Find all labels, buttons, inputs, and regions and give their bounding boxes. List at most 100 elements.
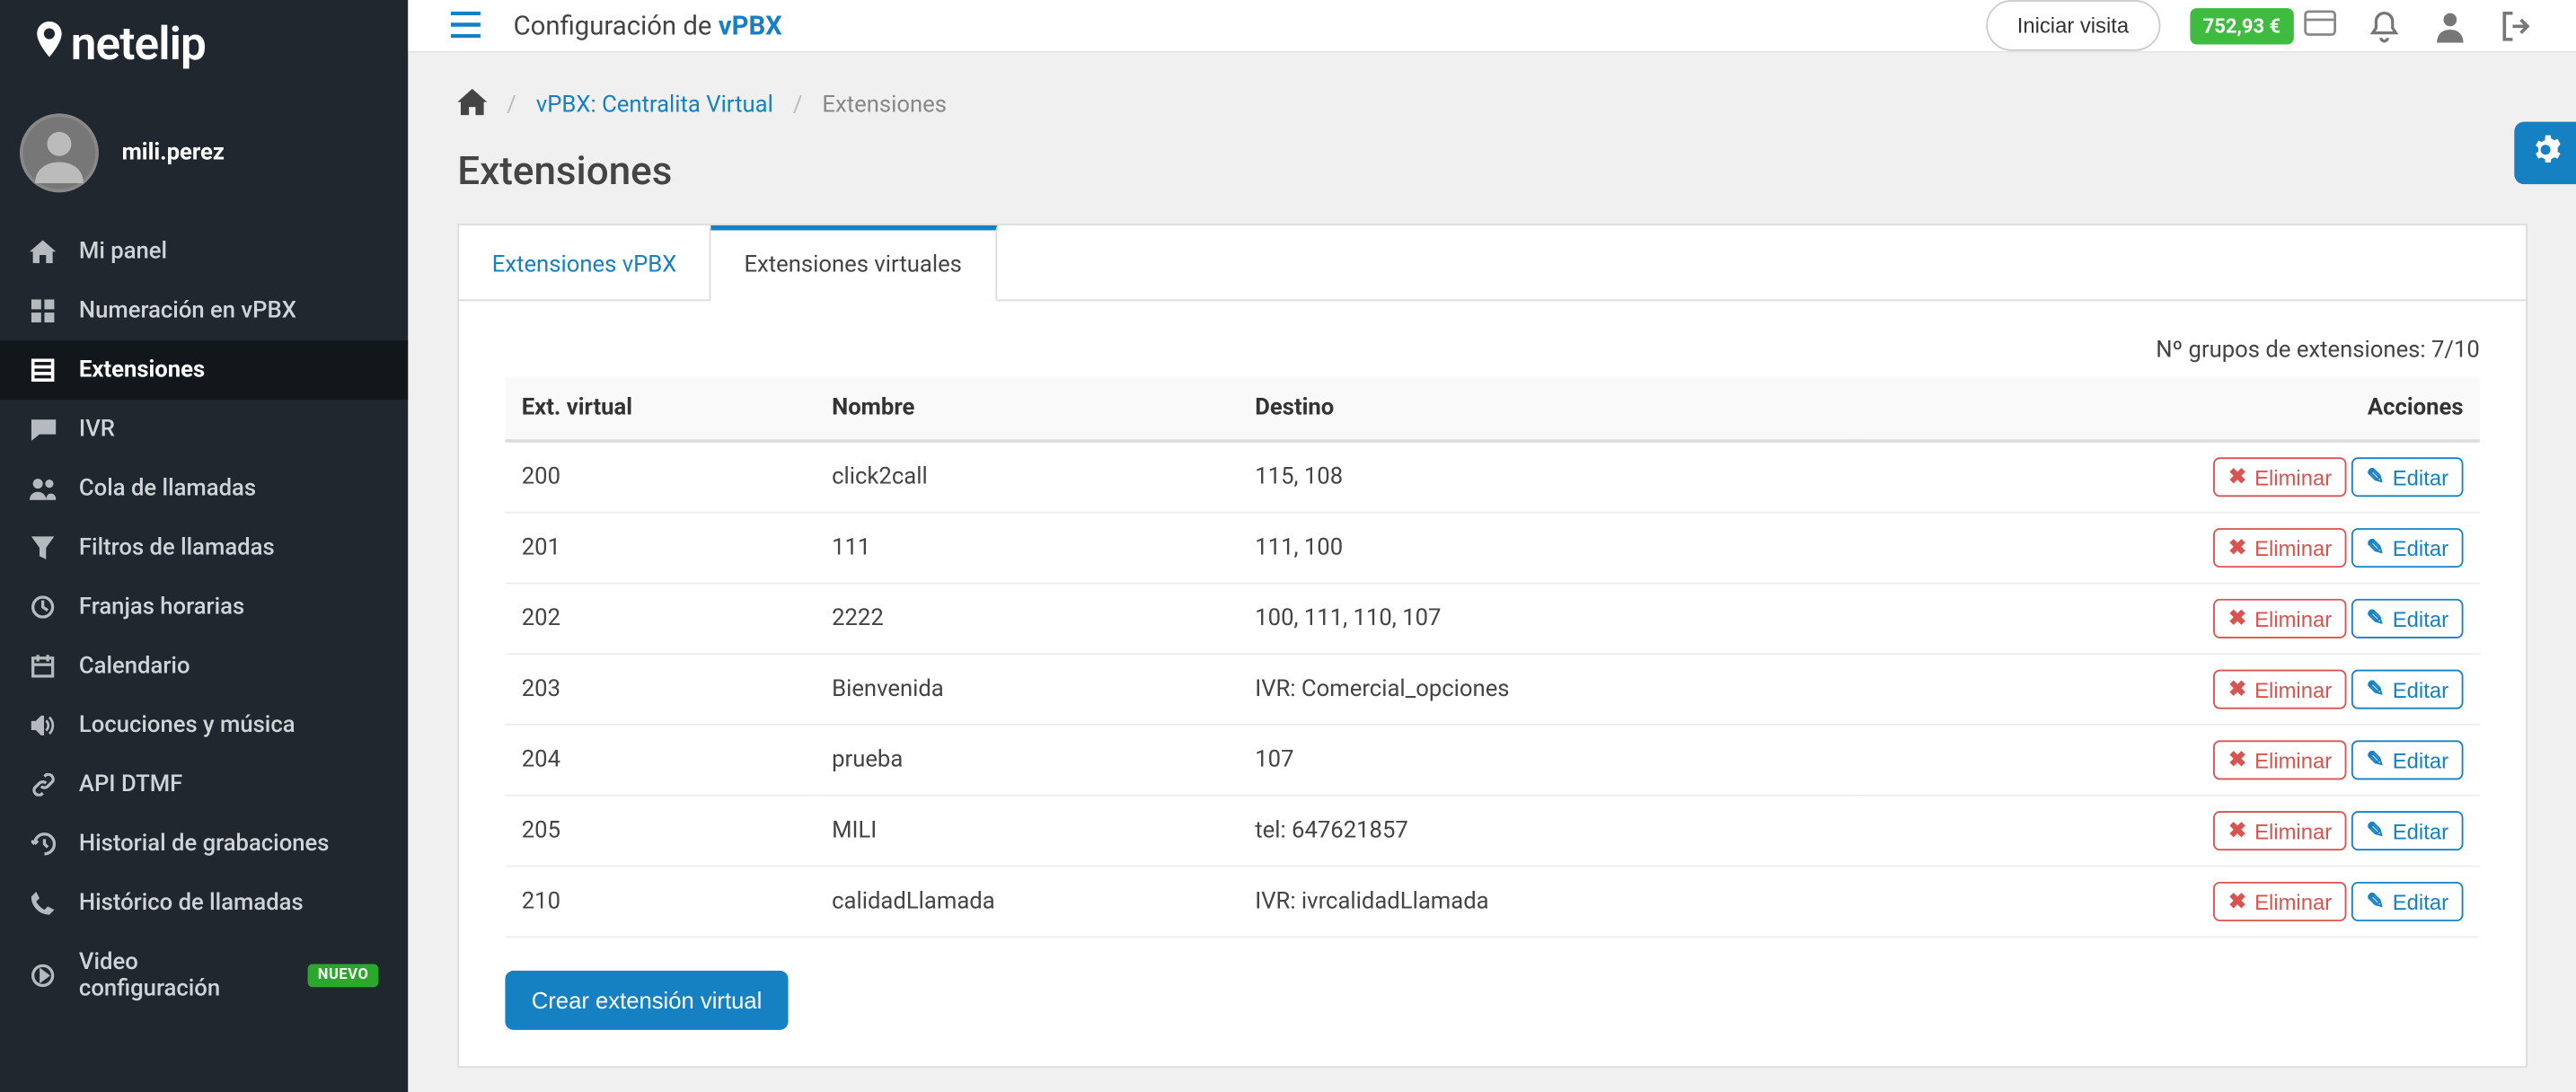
logout-icon[interactable] bbox=[2498, 7, 2534, 43]
delete-button[interactable]: ✖ Eliminar bbox=[2213, 599, 2346, 638]
cell-destino: 115, 108 bbox=[1239, 441, 1859, 513]
edit-button[interactable]: ✎ Editar bbox=[2351, 528, 2463, 568]
delete-button[interactable]: ✖ Eliminar bbox=[2213, 457, 2346, 497]
nuevo-badge: NUEVO bbox=[308, 964, 379, 988]
close-icon: ✖ bbox=[2228, 464, 2246, 490]
cell-destino: IVR: Comercial_opciones bbox=[1239, 654, 1859, 725]
edit-button[interactable]: ✎ Editar bbox=[2351, 670, 2463, 709]
breadcrumb-link-vpbx[interactable]: vPBX: Centralita Virtual bbox=[536, 92, 773, 119]
sidebar-item-calendario[interactable]: Calendario bbox=[0, 637, 408, 696]
sidebar-item-cola-de-llamadas[interactable]: Cola de llamadas bbox=[0, 459, 408, 518]
phone-icon bbox=[30, 890, 56, 916]
delete-button[interactable]: ✖ Eliminar bbox=[2213, 882, 2346, 921]
table-row: 200click2call115, 108✖ Eliminar✎ Editar bbox=[505, 441, 2479, 513]
brand-text: netelip bbox=[71, 16, 206, 70]
sidebar-item-numeraci-n-en-vpbx[interactable]: Numeración en vPBX bbox=[0, 281, 408, 340]
sidebar-item-franjas-horarias[interactable]: Franjas horarias bbox=[0, 577, 408, 637]
edit-button[interactable]: ✎ Editar bbox=[2351, 811, 2463, 850]
cell-ext: 202 bbox=[505, 583, 815, 654]
cell-ext: 201 bbox=[505, 513, 815, 584]
brand-logo[interactable]: netelip bbox=[33, 16, 375, 70]
grid-icon bbox=[30, 298, 56, 324]
delete-button[interactable]: ✖ Eliminar bbox=[2213, 670, 2346, 709]
cell-actions: ✖ Eliminar✎ Editar bbox=[1859, 725, 2480, 796]
sidebar-item-label: Calendario bbox=[79, 653, 190, 679]
pencil-icon: ✎ bbox=[2367, 464, 2385, 490]
balance-chip[interactable]: 752,93 € bbox=[2190, 7, 2337, 43]
list-icon bbox=[30, 357, 56, 383]
page-title: Extensiones bbox=[457, 148, 2527, 194]
delete-button[interactable]: ✖ Eliminar bbox=[2213, 740, 2346, 779]
cell-actions: ✖ Eliminar✎ Editar bbox=[1859, 654, 2480, 725]
bell-icon[interactable] bbox=[2366, 7, 2402, 43]
sidebar-item-label: Histórico de llamadas bbox=[79, 890, 304, 916]
close-icon: ✖ bbox=[2228, 605, 2246, 631]
table-row: 203BienvenidaIVR: Comercial_opciones✖ El… bbox=[505, 654, 2479, 725]
sidebar-item-api-dtmf[interactable]: API DTMF bbox=[0, 755, 408, 815]
sidebar-item-extensiones[interactable]: Extensiones bbox=[0, 340, 408, 400]
cell-actions: ✖ Eliminar✎ Editar bbox=[1859, 796, 2480, 867]
user-icon[interactable] bbox=[2432, 7, 2468, 43]
tab-extensiones-virtuales[interactable]: Extensiones virtuales bbox=[711, 225, 997, 301]
sidebar-item-label: Filtros de llamadas bbox=[79, 534, 275, 560]
pencil-icon: ✎ bbox=[2367, 676, 2385, 702]
pencil-icon: ✎ bbox=[2367, 888, 2385, 914]
pencil-icon: ✎ bbox=[2367, 534, 2385, 560]
cell-destino: IVR: ivrcalidadLlamada bbox=[1239, 867, 1859, 938]
edit-button[interactable]: ✎ Editar bbox=[2351, 599, 2463, 638]
cell-actions: ✖ Eliminar✎ Editar bbox=[1859, 867, 2480, 938]
cell-destino: 111, 100 bbox=[1239, 513, 1859, 584]
delete-button[interactable]: ✖ Eliminar bbox=[2213, 528, 2346, 568]
cell-nombre: Bienvenida bbox=[816, 654, 1239, 725]
cell-ext: 203 bbox=[505, 654, 815, 725]
sidebar-item-label: IVR bbox=[79, 416, 115, 442]
table-row: 210calidadLlamadaIVR: ivrcalidadLlamada✖… bbox=[505, 867, 2479, 938]
table-row: 2022222100, 111, 110, 107✖ Eliminar✎ Edi… bbox=[505, 583, 2479, 654]
card-icon bbox=[2304, 9, 2337, 42]
close-icon: ✖ bbox=[2228, 534, 2246, 560]
sidebar-item-label: Mi panel bbox=[79, 239, 167, 265]
sidebar-item-hist-rico-de-llamadas[interactable]: Histórico de llamadas bbox=[0, 874, 408, 933]
create-extension-button[interactable]: Crear extensión virtual bbox=[505, 971, 788, 1030]
tab-extensiones-vpbx[interactable]: Extensiones vPBX bbox=[459, 225, 711, 299]
main: Configuración de vPBX Iniciar visita 752… bbox=[408, 0, 2576, 1092]
content: / vPBX: Centralita Virtual / Extensiones… bbox=[408, 53, 2576, 1092]
close-icon: ✖ bbox=[2228, 818, 2246, 844]
tabs: Extensiones vPBX Extensiones virtuales bbox=[459, 225, 2526, 301]
table-row: 205MILItel: 647621857✖ Eliminar✎ Editar bbox=[505, 796, 2479, 867]
home-icon[interactable] bbox=[457, 89, 487, 122]
sidebar-item-label: Extensiones bbox=[79, 357, 205, 383]
pin-icon bbox=[33, 21, 66, 66]
panel: Extensiones vPBX Extensiones virtuales N… bbox=[457, 224, 2527, 1068]
sidebar-item-label: Numeración en vPBX bbox=[79, 298, 296, 324]
cell-nombre: MILI bbox=[816, 796, 1239, 867]
th-acciones: Acciones bbox=[1859, 377, 2480, 441]
filter-icon bbox=[30, 534, 56, 560]
sidebar: netelip mili.perez Mi panel Numeración en… bbox=[0, 0, 408, 1092]
edit-button[interactable]: ✎ Editar bbox=[2351, 740, 2463, 779]
sidebar-item-ivr[interactable]: IVR bbox=[0, 400, 408, 459]
hamburger-icon[interactable] bbox=[451, 5, 481, 45]
th-destino: Destino bbox=[1239, 377, 1859, 441]
user-area[interactable]: mili.perez bbox=[0, 101, 408, 223]
close-icon: ✖ bbox=[2228, 888, 2246, 914]
sidebar-item-mi-panel[interactable]: Mi panel bbox=[0, 222, 408, 281]
sidebar-item-label: API DTMF bbox=[79, 771, 182, 797]
link-icon bbox=[30, 771, 56, 797]
pencil-icon: ✎ bbox=[2367, 605, 2385, 631]
pencil-icon: ✎ bbox=[2367, 818, 2385, 844]
edit-button[interactable]: ✎ Editar bbox=[2351, 457, 2463, 497]
sidebar-item-label: Locuciones y música bbox=[79, 712, 296, 738]
iniciar-visita-button[interactable]: Iniciar visita bbox=[1986, 0, 2160, 51]
delete-button[interactable]: ✖ Eliminar bbox=[2213, 811, 2346, 850]
cell-nombre: 111 bbox=[816, 513, 1239, 584]
sidebar-item-locuciones-y-m-sica[interactable]: Locuciones y música bbox=[0, 696, 408, 755]
sidebar-item-historial-de-grabaciones[interactable]: Historial de grabaciones bbox=[0, 815, 408, 874]
th-nombre: Nombre bbox=[816, 377, 1239, 441]
sidebar-item-filtros-de-llamadas[interactable]: Filtros de llamadas bbox=[0, 518, 408, 577]
close-icon: ✖ bbox=[2228, 747, 2246, 773]
sidebar-item-video-configuraci-n[interactable]: Video configuraciónNUEVO bbox=[0, 933, 408, 1018]
settings-tab-icon[interactable] bbox=[2514, 122, 2576, 185]
edit-button[interactable]: ✎ Editar bbox=[2351, 882, 2463, 921]
cell-ext: 205 bbox=[505, 796, 815, 867]
